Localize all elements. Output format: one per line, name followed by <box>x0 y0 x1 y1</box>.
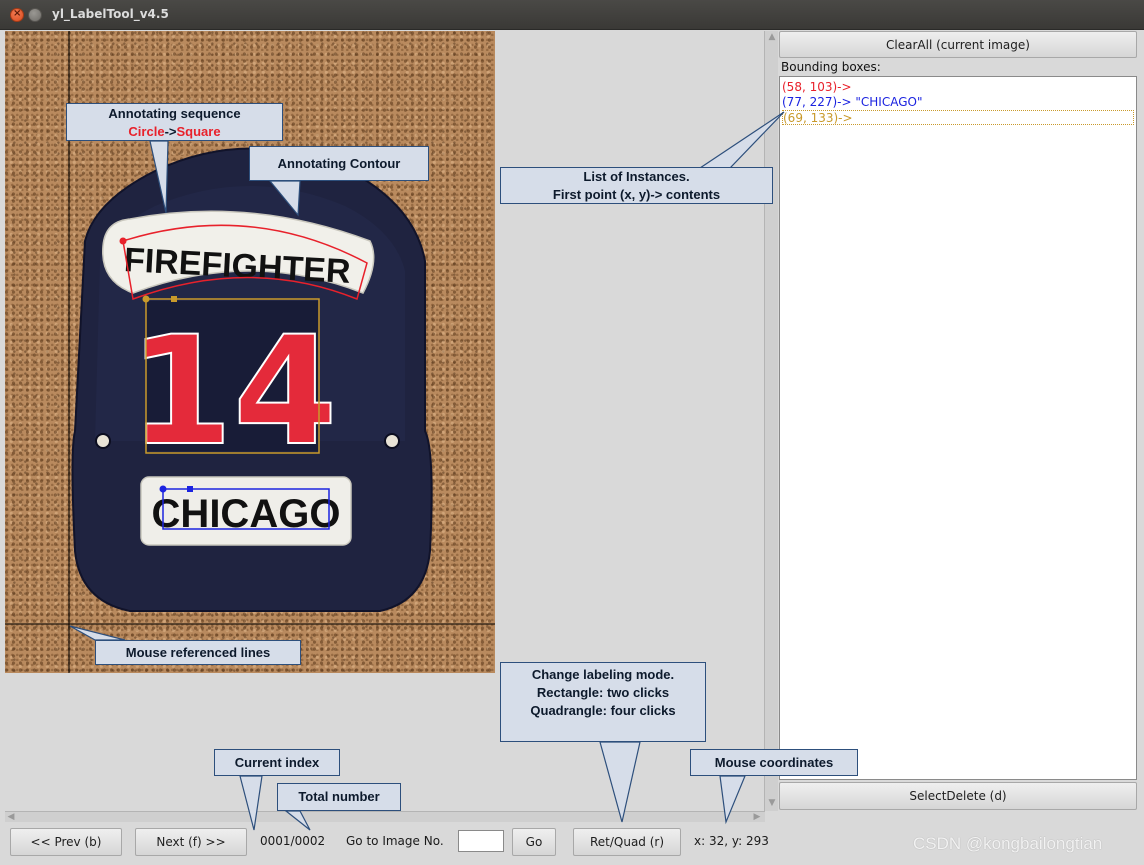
callout-current-index: Current index <box>214 749 340 776</box>
list-item-text: (58, 103)-> <box>782 80 852 94</box>
callout-list-line1: List of Instances. <box>583 169 690 184</box>
select-delete-button[interactable]: SelectDelete (d) <box>779 782 1137 810</box>
image-index: 0001/0002 <box>260 834 326 848</box>
scroll-up-arrow-icon[interactable]: ▲ <box>766 31 778 43</box>
callout-labeling-mode: Change labeling mode. Rectangle: two cli… <box>500 662 706 742</box>
sequence-arrow: -> <box>164 124 177 139</box>
callout-mode-line3: Quadrangle: four clicks <box>530 703 676 718</box>
blue-bbox-square <box>187 486 193 492</box>
watermark: CSDN @kongbailongtian <box>913 834 1103 853</box>
sequence-circle-word: Circle <box>128 124 165 139</box>
sequence-square-word: Square <box>176 124 221 139</box>
goto-label: Go to Image No. <box>346 834 444 848</box>
callout-annotating-sequence: Annotating sequence Circle->Square <box>66 103 283 141</box>
horizontal-scrollbar[interactable]: ◀ ▶ <box>5 811 765 822</box>
callout-mode-line2: Rectangle: two clicks <box>536 685 670 700</box>
callout-sequence-title: Annotating sequence <box>108 106 241 121</box>
mode-toggle-button[interactable]: Ret/Quad (r) <box>573 828 681 856</box>
callout-list-line2: First point (x, y)-> contents <box>552 187 721 202</box>
list-item[interactable]: (77, 227)-> "CHICAGO" <box>782 95 1134 110</box>
go-button[interactable]: Go <box>512 828 556 856</box>
callout-mouse-coordinates: Mouse coordinates <box>690 749 858 776</box>
orange-bbox-circle <box>142 295 150 303</box>
contour-start-circle <box>119 237 127 245</box>
bounding-boxes-label: Bounding boxes: <box>781 60 881 74</box>
minimize-window-button[interactable] <box>28 8 42 22</box>
callout-mode-line1: Change labeling mode. <box>531 667 675 682</box>
orange-bbox-square <box>171 296 177 302</box>
callout-sequence-detail: Circle->Square <box>67 123 282 141</box>
title-bar: × yl_LabelTool_v4.5 <box>0 0 1144 30</box>
vertical-scrollbar[interactable]: ▲ ▼ <box>764 31 778 811</box>
scroll-down-arrow-icon[interactable]: ▼ <box>766 797 778 809</box>
window-title: yl_LabelTool_v4.5 <box>52 7 169 21</box>
next-button[interactable]: Next (f) >> <box>135 828 247 856</box>
close-window-button[interactable]: × <box>10 8 24 22</box>
callout-total-number: Total number <box>277 783 401 811</box>
scroll-right-arrow-icon[interactable]: ▶ <box>751 811 763 823</box>
list-item[interactable]: (58, 103)-> <box>782 80 1134 95</box>
scroll-left-arrow-icon[interactable]: ◀ <box>5 811 17 823</box>
callout-list-instances: List of Instances. First point (x, y)-> … <box>500 167 773 204</box>
bounding-box-list[interactable]: (58, 103)-> (77, 227)-> "CHICAGO" (69, 1… <box>779 76 1137 780</box>
mouse-coordinates-readout: x: 32, y: 293 <box>694 834 769 848</box>
callout-annotating-contour: Annotating Contour <box>249 146 429 181</box>
callout-mouse-lines: Mouse referenced lines <box>95 640 301 665</box>
list-item-text: (77, 227)-> "CHICAGO" <box>782 95 923 109</box>
goto-image-input[interactable] <box>458 830 504 852</box>
list-item-selected[interactable]: (69, 133)-> <box>782 110 1134 125</box>
close-icon: × <box>13 8 22 19</box>
list-item-text: (69, 133)-> <box>783 111 853 125</box>
prev-button[interactable]: << Prev (b) <box>10 828 122 856</box>
clear-all-button[interactable]: ClearAll (current image) <box>779 31 1137 58</box>
blue-bbox-circle <box>159 485 167 493</box>
